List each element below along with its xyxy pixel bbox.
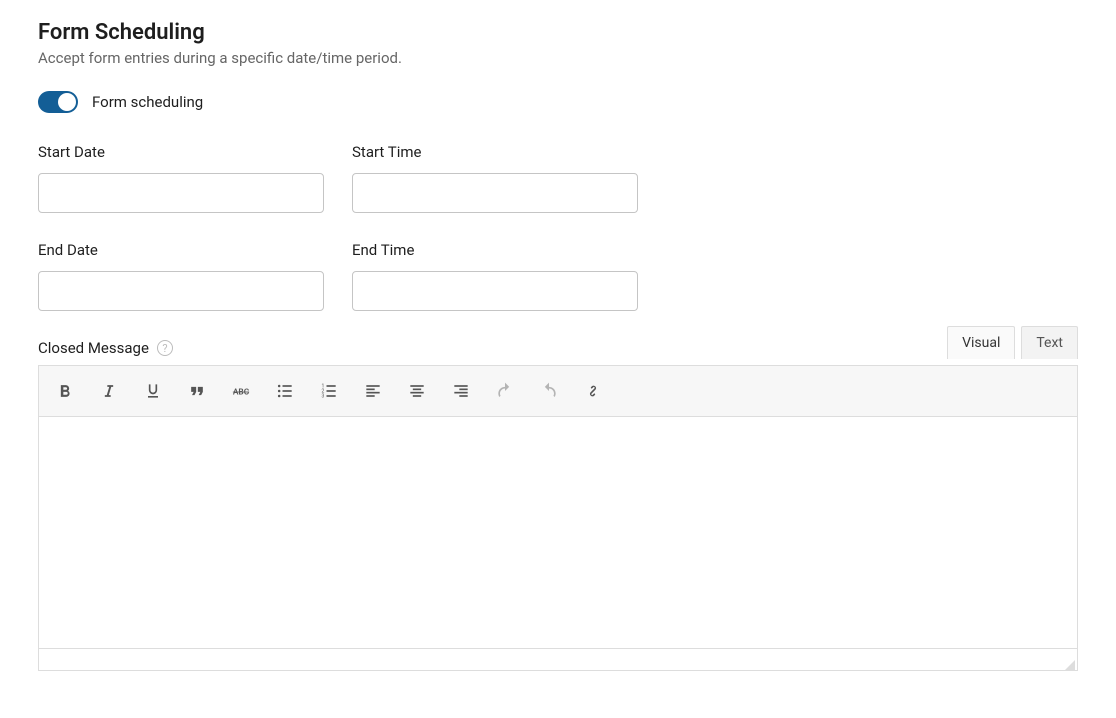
end-time-input[interactable] bbox=[352, 271, 638, 311]
quote-icon[interactable] bbox=[185, 379, 209, 403]
end-date-input[interactable] bbox=[38, 271, 324, 311]
bullet-list-icon[interactable] bbox=[273, 379, 297, 403]
strike-icon[interactable]: ABC bbox=[229, 379, 253, 403]
bold-icon[interactable] bbox=[53, 379, 77, 403]
end-time-label: End Time bbox=[352, 241, 638, 259]
svg-text:ABC: ABC bbox=[233, 387, 250, 397]
undo-icon[interactable] bbox=[493, 379, 517, 403]
page-subtitle: Accept form entries during a specific da… bbox=[38, 49, 1078, 67]
tab-text[interactable]: Text bbox=[1021, 326, 1078, 359]
editor-toolbar: ABC 123 bbox=[38, 365, 1078, 417]
editor-wrap: Visual Text ABC 123 bbox=[38, 365, 1078, 671]
help-icon[interactable]: ? bbox=[157, 340, 173, 356]
editor-textarea[interactable] bbox=[38, 417, 1078, 649]
underline-icon[interactable] bbox=[141, 379, 165, 403]
align-center-icon[interactable] bbox=[405, 379, 429, 403]
svg-text:3: 3 bbox=[322, 394, 325, 400]
closed-message-label: Closed Message bbox=[38, 339, 149, 357]
toggle-label: Form scheduling bbox=[92, 93, 203, 111]
editor-statusbar bbox=[38, 649, 1078, 671]
start-row: Start Date Start Time bbox=[38, 143, 1078, 213]
number-list-icon[interactable]: 123 bbox=[317, 379, 341, 403]
start-date-label: Start Date bbox=[38, 143, 324, 161]
form-scheduling-toggle[interactable] bbox=[38, 91, 78, 113]
start-date-input[interactable] bbox=[38, 173, 324, 213]
end-date-label: End Date bbox=[38, 241, 324, 259]
toggle-row: Form scheduling bbox=[38, 91, 1078, 113]
toggle-knob bbox=[58, 93, 76, 111]
page-title: Form Scheduling bbox=[38, 20, 1078, 45]
end-row: End Date End Time bbox=[38, 241, 1078, 311]
resize-handle[interactable] bbox=[1063, 658, 1075, 670]
redo-icon[interactable] bbox=[537, 379, 561, 403]
start-time-input[interactable] bbox=[352, 173, 638, 213]
italic-icon[interactable] bbox=[97, 379, 121, 403]
align-right-icon[interactable] bbox=[449, 379, 473, 403]
closed-message-header: Closed Message ? bbox=[38, 339, 1078, 357]
start-time-label: Start Time bbox=[352, 143, 638, 161]
tab-visual[interactable]: Visual bbox=[947, 326, 1015, 359]
align-left-icon[interactable] bbox=[361, 379, 385, 403]
editor-tabs: Visual Text bbox=[947, 326, 1078, 359]
link-icon[interactable] bbox=[581, 379, 605, 403]
